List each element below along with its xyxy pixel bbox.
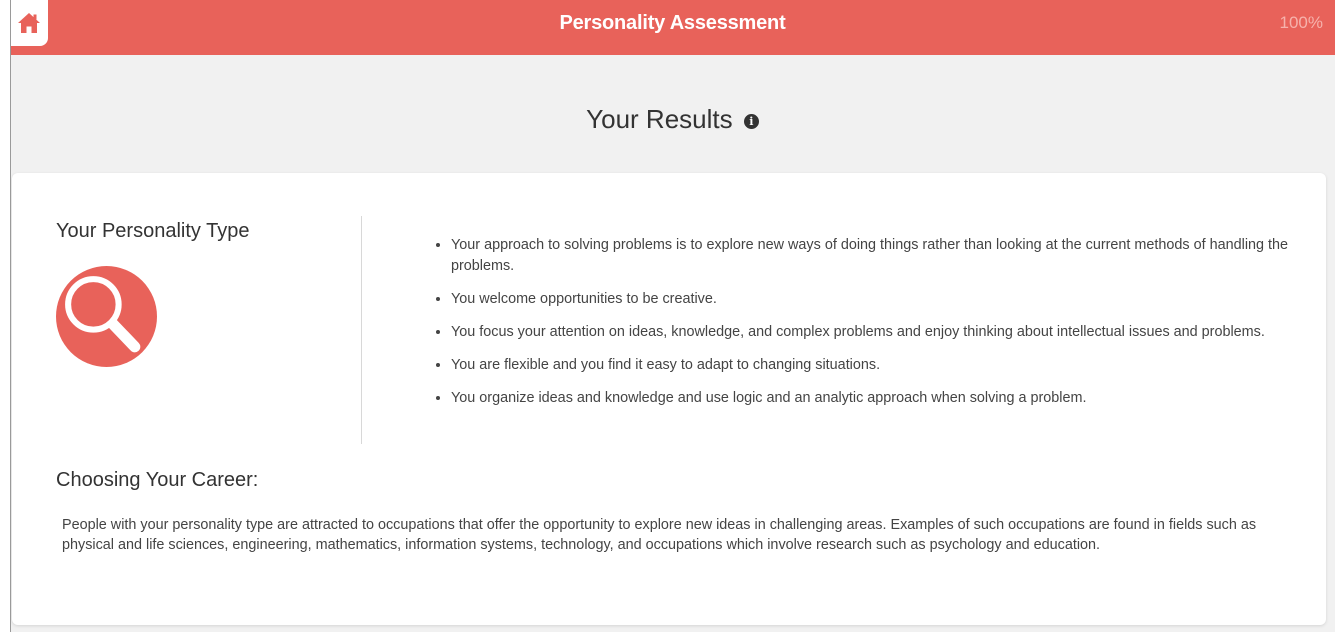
app-title: Personality Assessment [559, 12, 786, 34]
page-title: Your Results i [10, 104, 1335, 135]
info-icon[interactable]: i [743, 114, 759, 129]
page-title-text: Your Results [586, 104, 733, 134]
trait-item: You are flexible and you find it easy to… [451, 355, 1311, 376]
column-divider [361, 216, 362, 444]
traits-list: Your approach to solving problems is to … [432, 235, 1311, 421]
progress-indicator: 100% [1279, 13, 1323, 32]
career-heading: Choosing Your Career: [56, 469, 259, 491]
results-card: Your Personality Type Your approach to s… [12, 173, 1326, 625]
app-header: Personality Assessment 100% [10, 0, 1335, 55]
personality-type-label: Your Personality Type [56, 220, 250, 242]
career-description: People with your personality type are at… [62, 517, 1257, 553]
trait-item: Your approach to solving problems is to … [451, 235, 1311, 277]
trait-item: You welcome opportunities to be creative… [451, 289, 1311, 310]
trait-item: You organize ideas and knowledge and use… [451, 388, 1311, 409]
trait-item: You focus your attention on ideas, knowl… [451, 322, 1311, 343]
magnifier-icon [56, 266, 157, 367]
window-edge [0, 0, 11, 632]
